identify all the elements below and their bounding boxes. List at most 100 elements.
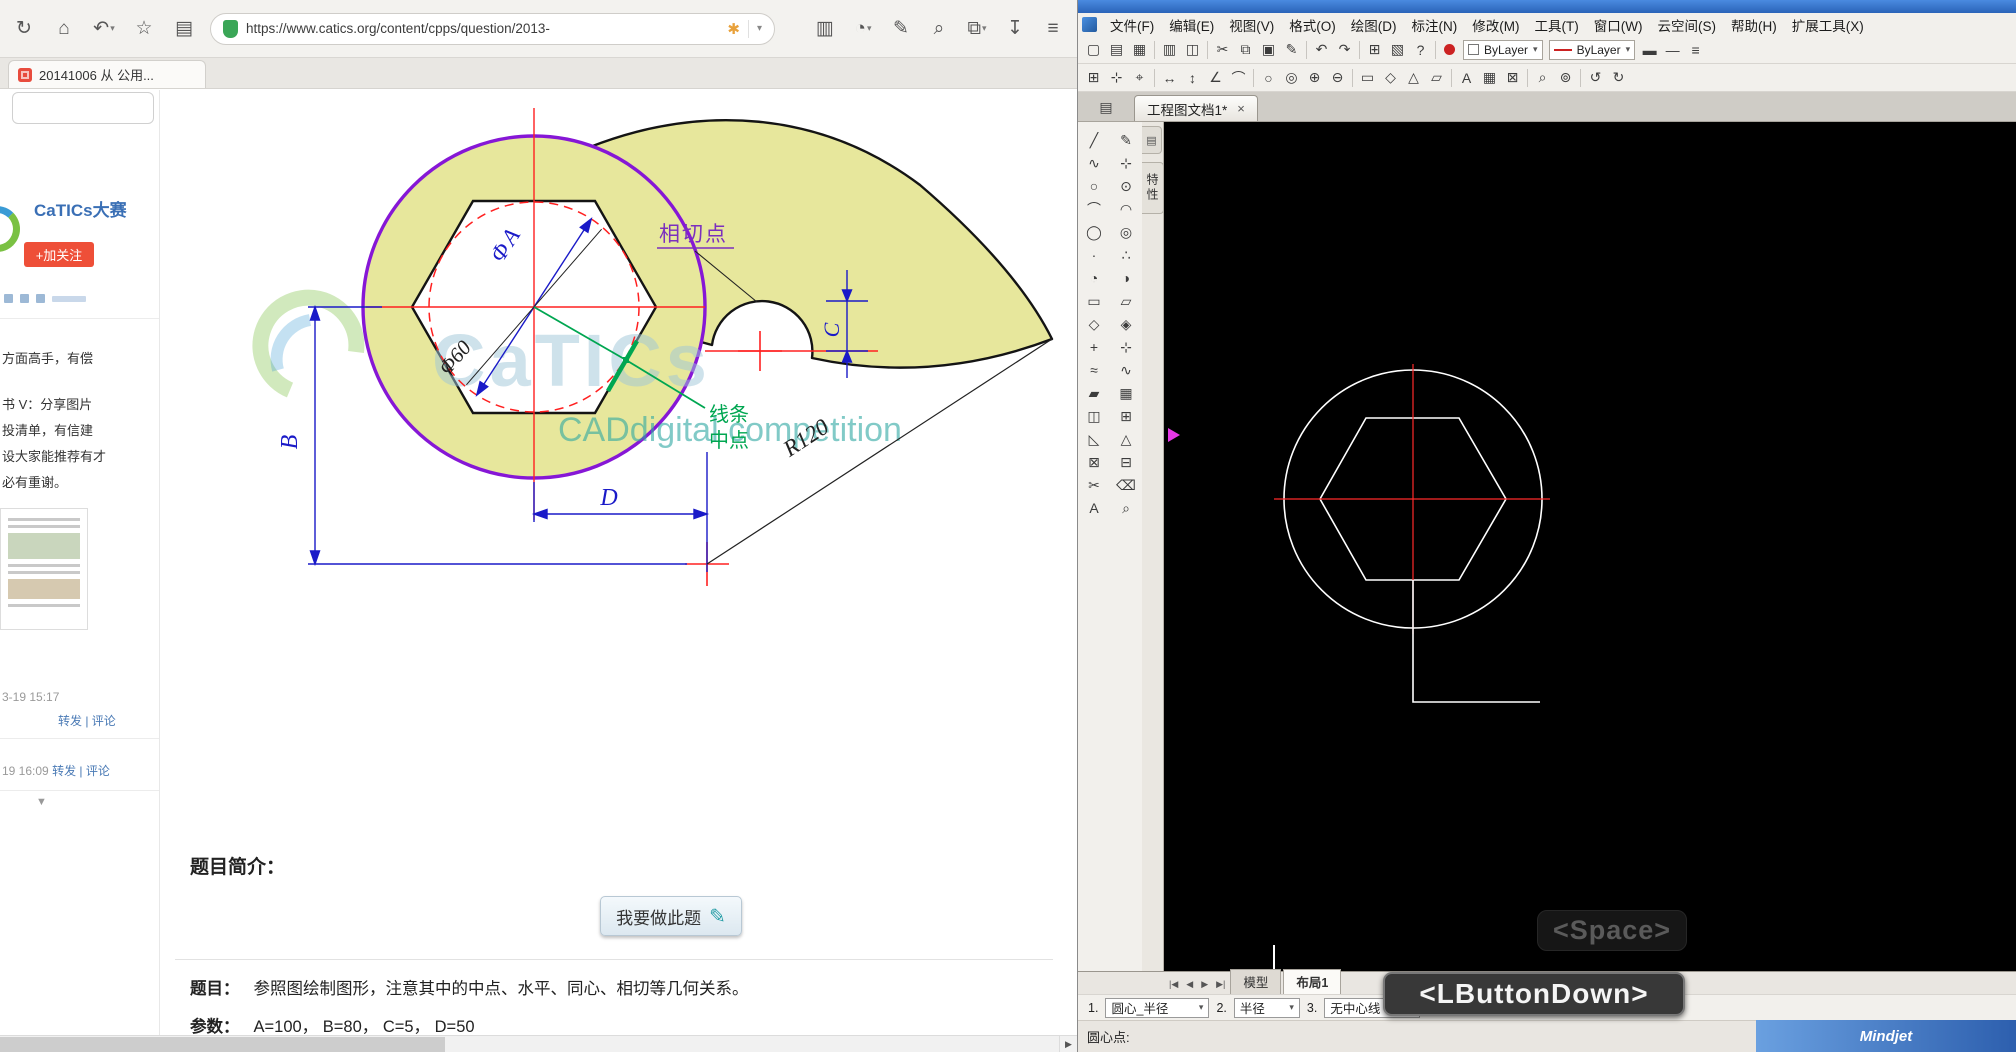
tool-icon[interactable]: ↺ (1584, 67, 1607, 89)
back-dropdown-icon[interactable]: ▾ (110, 23, 115, 34)
tool-icon[interactable]: ▢ (1082, 39, 1105, 61)
post-thumbnail[interactable] (0, 508, 88, 630)
menu-cloud[interactable]: 云空间(S) (1650, 14, 1723, 36)
horizontal-scrollbar[interactable]: ▶ (0, 1035, 1077, 1052)
tool-icon[interactable]: ⊹ (1114, 337, 1138, 357)
scrollbar-right-arrow[interactable]: ▶ (1059, 1036, 1077, 1052)
tool-icon[interactable]: ⊞ (1363, 39, 1386, 61)
tool-icon[interactable]: ⊠ (1501, 67, 1524, 89)
tool-icon[interactable]: ▥ (1158, 39, 1181, 61)
tool-icon[interactable]: ◯ (1082, 222, 1106, 242)
post-actions[interactable]: 转发 | 评论 (52, 764, 110, 778)
menu-ext-tools[interactable]: 扩展工具(X) (1785, 14, 1871, 36)
tab-model[interactable]: 模型 (1230, 969, 1282, 994)
menu-edit[interactable]: 编辑(E) (1162, 14, 1221, 36)
tool-icon[interactable]: ↶ (1310, 39, 1333, 61)
first-sheet-icon[interactable]: |◀ (1166, 979, 1181, 994)
search-icon[interactable]: ⌕ (925, 14, 953, 44)
tool-icon[interactable]: ▤ (1105, 39, 1128, 61)
tool-icon[interactable]: ⊕ (1303, 67, 1326, 89)
tool-icon[interactable]: ⊙ (1114, 176, 1138, 196)
menu-file[interactable]: 文件(F) (1103, 14, 1161, 36)
print-icon[interactable]: ▥ (811, 14, 839, 44)
tool-icon[interactable]: ▦ (1478, 67, 1501, 89)
tool-icon[interactable]: ∿ (1082, 153, 1106, 173)
option-2-dropdown[interactable]: 半径 ▾ (1233, 997, 1300, 1018)
tool-icon[interactable]: ◇ (1082, 314, 1106, 334)
close-icon[interactable]: × (1237, 101, 1245, 116)
tool-icon[interactable]: ∠ (1204, 67, 1227, 89)
tool-icon[interactable]: ⌒ (1227, 67, 1250, 89)
tool-icon[interactable]: ◔ (1082, 268, 1106, 288)
document-icon[interactable]: ▤ (1086, 99, 1126, 116)
history-dropdown-icon[interactable]: ▾ (867, 23, 872, 34)
tool-icon[interactable]: ▧ (1386, 39, 1409, 61)
follow-button[interactable]: +加关注 (24, 242, 94, 267)
menu-view[interactable]: 视图(V) (1222, 14, 1281, 36)
tool-icon[interactable]: ○ (1082, 176, 1106, 196)
linetype-dropdown[interactable]: ByLayer ▾ (1548, 39, 1636, 60)
tool-icon[interactable]: ✎ (1280, 39, 1303, 61)
menu-tools[interactable]: 工具(T) (1528, 14, 1586, 36)
tool-icon[interactable]: ○ (1257, 67, 1280, 89)
tool-icon[interactable]: ? (1409, 39, 1432, 61)
tool-icon[interactable]: ⊹ (1114, 153, 1138, 173)
tool-icon[interactable]: ⌒ (1082, 199, 1106, 219)
tool-icon[interactable]: ╱ (1082, 130, 1106, 150)
menu-format[interactable]: 格式(O) (1282, 14, 1343, 36)
tool-icon[interactable]: ⊠ (1082, 452, 1106, 472)
tool-icon[interactable]: ⊖ (1326, 67, 1349, 89)
favorites-star-icon[interactable]: ☆ (130, 14, 158, 44)
next-sheet-icon[interactable]: ▶ (1198, 979, 1211, 994)
history-icon[interactable]: ◔ ▾ (849, 14, 877, 44)
post-actions[interactable]: 转发 | 评论 (58, 712, 116, 729)
tool-icon[interactable]: ◫ (1082, 406, 1106, 426)
tool-icon[interactable]: ◎ (1114, 222, 1138, 242)
tool-icon[interactable]: ▭ (1356, 67, 1379, 89)
address-bar[interactable]: https://www.catics.org/content/cpps/ques… (210, 12, 775, 45)
tool-icon[interactable]: △ (1114, 429, 1138, 449)
tool-icon[interactable]: + (1082, 337, 1106, 357)
tool-icon[interactable]: ⊹ (1105, 67, 1128, 89)
reload-icon[interactable]: ↻ (10, 14, 38, 44)
menu-modify[interactable]: 修改(M) (1465, 14, 1526, 36)
url-text[interactable]: https://www.catics.org/content/cpps/ques… (246, 21, 719, 36)
do-question-button[interactable]: 我要做此题 ✎ (600, 896, 742, 936)
tool-icon[interactable]: ⌕ (1531, 67, 1554, 89)
tool-icon[interactable]: ↔ (1158, 67, 1181, 89)
tool-icon[interactable]: ▱ (1114, 291, 1138, 311)
tool-icon[interactable]: — (1661, 39, 1684, 61)
tool-icon[interactable]: ◈ (1114, 314, 1138, 334)
edit-tools-icon[interactable]: ✎ (887, 14, 915, 44)
tool-icon[interactable]: A (1455, 67, 1478, 89)
tool-icon[interactable]: · (1082, 245, 1106, 265)
tool-icon[interactable]: ⧉ (1234, 39, 1257, 61)
menu-icon[interactable]: ≡ (1039, 14, 1067, 44)
last-sheet-icon[interactable]: ▶| (1213, 979, 1228, 994)
tool-icon[interactable]: ▦ (1128, 39, 1151, 61)
color-red-icon[interactable] (1444, 44, 1455, 55)
tool-icon[interactable]: ≈ (1082, 360, 1106, 380)
tool-icon[interactable]: ▱ (1425, 67, 1448, 89)
tool-icon[interactable]: ▣ (1257, 39, 1280, 61)
tool-icon[interactable]: ⊚ (1554, 67, 1577, 89)
tool-icon[interactable]: ⌫ (1114, 475, 1138, 495)
tool-icon[interactable]: ✎ (1114, 130, 1138, 150)
document-tab[interactable]: 工程图文档1* × (1134, 95, 1258, 121)
menu-dimension[interactable]: 标注(N) (1405, 14, 1465, 36)
tool-icon[interactable]: ↷ (1333, 39, 1356, 61)
tool-icon[interactable]: ◑ (1114, 268, 1138, 288)
scrollbar-thumb[interactable] (0, 1037, 445, 1052)
menu-help[interactable]: 帮助(H) (1724, 14, 1784, 36)
tool-icon[interactable]: ⊞ (1082, 67, 1105, 89)
tool-icon[interactable]: ✂ (1082, 475, 1106, 495)
tool-icon[interactable]: ◇ (1379, 67, 1402, 89)
tool-icon[interactable]: ⊞ (1114, 406, 1138, 426)
tool-icon[interactable]: ◎ (1280, 67, 1303, 89)
option-1-dropdown[interactable]: 圆心_半径 ▾ (1105, 997, 1210, 1018)
extension-bee-icon[interactable]: ✱ (727, 20, 740, 38)
tool-icon[interactable]: ▬ (1638, 39, 1661, 61)
url-dropdown-icon[interactable]: ▾ (757, 23, 762, 34)
color-style-dropdown[interactable]: ByLayer ▾ (1463, 39, 1543, 60)
tool-icon[interactable]: ▰ (1082, 383, 1106, 403)
